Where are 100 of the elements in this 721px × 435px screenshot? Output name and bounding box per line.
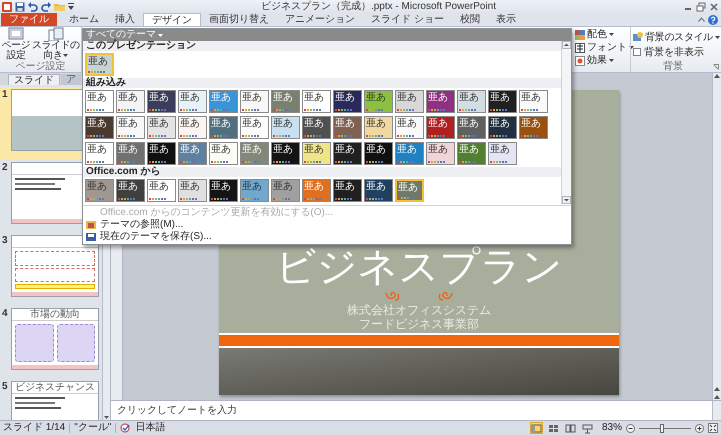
theme-thumbnail[interactable]: 亜あ [488, 90, 517, 113]
help-icon[interactable] [708, 14, 718, 24]
view-button[interactable] [580, 422, 594, 434]
theme-thumbnail[interactable]: 亜あ [85, 90, 114, 113]
spelling-check-icon[interactable] [120, 423, 132, 433]
zoom-level[interactable]: 83% [602, 422, 622, 434]
theme-thumbnail[interactable]: 亜あ [240, 90, 269, 113]
ribbon-tab[interactable]: 挿入 [107, 13, 143, 26]
theme-thumbnail[interactable]: 亜あ [426, 116, 455, 139]
ribbon-tab[interactable]: 画面切り替え [201, 13, 277, 26]
theme-thumbnail[interactable]: 亜あ [178, 116, 207, 139]
theme-thumbnail[interactable]: 亜あ [519, 116, 548, 139]
background-styles-button[interactable]: 背景のスタイル [633, 30, 721, 44]
theme-thumbnail[interactable]: 亜あ [116, 142, 145, 165]
theme-thumbnail[interactable]: 亜あ [209, 179, 238, 202]
theme-thumbnail[interactable]: 亜あ [333, 142, 362, 165]
zoom-out-icon[interactable] [626, 424, 635, 432]
theme-thumbnail[interactable]: 亜あ [85, 116, 114, 139]
theme-thumbnail[interactable]: 亜あ [178, 142, 207, 165]
slider-thumb[interactable] [660, 424, 664, 432]
theme-thumbnail[interactable]: 亜あ [209, 116, 238, 139]
restore-icon[interactable] [696, 2, 706, 12]
theme-thumbnail[interactable]: 亜あ [116, 116, 145, 139]
theme-thumbnail[interactable]: 亜あ [271, 142, 300, 165]
theme-thumbnail[interactable]: 亜あ [395, 179, 424, 202]
theme-thumbnail[interactable]: 亜あ [178, 90, 207, 113]
panel-tab[interactable]: スライド [8, 74, 60, 85]
scroll-up-icon[interactable] [562, 41, 571, 49]
menu-item[interactable]: テーマの参照(M)... [83, 219, 571, 231]
theme-command-button[interactable]: 効果 [575, 54, 630, 67]
ribbon-tab[interactable]: 校閲 [452, 13, 488, 26]
scrollbar[interactable] [561, 41, 571, 204]
theme-thumbnail[interactable]: 亜あ [85, 53, 114, 76]
theme-thumbnail[interactable]: 亜あ [271, 116, 300, 139]
theme-thumbnail[interactable]: 亜あ [271, 90, 300, 113]
theme-thumbnail[interactable]: 亜あ [302, 142, 331, 165]
theme-thumbnail[interactable]: 亜あ [395, 142, 424, 165]
theme-thumbnail[interactable]: 亜あ [395, 116, 424, 139]
fit-to-window-icon[interactable] [708, 423, 718, 433]
theme-thumbnail[interactable]: 亜あ [147, 116, 176, 139]
theme-thumbnail[interactable]: 亜あ [395, 90, 424, 113]
theme-thumbnail[interactable]: 亜あ [240, 116, 269, 139]
theme-thumbnail[interactable]: 亜あ [364, 116, 393, 139]
collapse-ribbon-icon[interactable] [698, 17, 705, 22]
theme-thumbnail[interactable]: 亜あ [302, 90, 331, 113]
theme-thumbnail[interactable]: 亜あ [333, 179, 362, 202]
theme-thumbnail[interactable]: 亜あ [209, 142, 238, 165]
orientation-button[interactable]: スライドの向き [32, 27, 80, 61]
theme-thumbnail[interactable]: 亜あ [178, 179, 207, 202]
view-button[interactable] [530, 422, 543, 434]
app-icon[interactable] [2, 2, 12, 12]
theme-command-button[interactable]: 配色 [575, 28, 630, 41]
customize-icon[interactable] [68, 2, 74, 10]
theme-thumbnail[interactable]: 亜あ [240, 142, 269, 165]
theme-thumbnail[interactable]: 亜あ [519, 90, 548, 113]
ribbon-tab[interactable]: スライド ショー [363, 13, 452, 26]
undo-icon[interactable] [28, 2, 38, 12]
view-button[interactable] [564, 422, 577, 434]
dialog-launcher-icon[interactable] [713, 64, 719, 70]
theme-thumbnail[interactable]: 亜あ [333, 116, 362, 139]
theme-thumbnail[interactable]: 亜あ [488, 142, 517, 165]
theme-thumbnail[interactable]: 亜あ [240, 179, 269, 202]
theme-thumbnail[interactable]: 亜あ [147, 179, 176, 202]
ribbon-tab[interactable]: 表示 [488, 13, 524, 26]
theme-thumbnail[interactable]: 亜あ [457, 90, 486, 113]
theme-thumbnail[interactable]: 亜あ [364, 179, 393, 202]
theme-thumbnail[interactable]: 亜あ [302, 116, 331, 139]
ribbon-tab[interactable]: ホーム [61, 13, 107, 26]
close-icon[interactable] [709, 2, 719, 12]
theme-thumbnail[interactable]: 亜あ [147, 90, 176, 113]
theme-thumbnail[interactable]: 亜あ [426, 90, 455, 113]
ribbon-tab[interactable]: アニメーション [277, 13, 363, 26]
checkbox[interactable] [633, 48, 641, 56]
theme-thumbnail[interactable]: 亜あ [116, 179, 145, 202]
theme-thumbnail[interactable]: 亜あ [364, 142, 393, 165]
theme-thumbnail[interactable]: 亜あ [85, 142, 114, 165]
menu-item[interactable]: 現在のテーマを保存(S)... [83, 231, 571, 243]
slide-list-item[interactable]: 5 ビジネスチャンス [0, 379, 102, 420]
theme-thumbnail[interactable]: 亜あ [364, 90, 393, 113]
zoom-in-icon[interactable] [695, 424, 704, 432]
ribbon-tab[interactable]: ファイル [1, 13, 57, 26]
theme-thumbnail[interactable]: 亜あ [488, 116, 517, 139]
theme-thumbnail[interactable]: 亜あ [333, 90, 362, 113]
ribbon-tab[interactable]: デザイン [143, 13, 201, 26]
save-icon[interactable] [15, 2, 25, 12]
page-nav-icon[interactable] [713, 386, 721, 400]
theme-thumbnail[interactable]: 亜あ [457, 142, 486, 165]
redo-icon[interactable] [41, 2, 51, 12]
scroll-down-icon[interactable] [562, 196, 571, 204]
theme-thumbnail[interactable]: 亜あ [85, 179, 114, 202]
theme-thumbnail[interactable]: 亜あ [271, 179, 300, 202]
scrollbar[interactable] [712, 73, 721, 400]
panel-tab[interactable]: ア [61, 74, 81, 85]
zoom-slider[interactable] [639, 424, 691, 432]
language-indicator[interactable]: 日本語 [135, 422, 166, 434]
page-setup-button[interactable]: ページ設定 [1, 27, 31, 61]
theme-thumbnail[interactable]: 亜あ [457, 116, 486, 139]
theme-thumbnail[interactable]: 亜あ [426, 142, 455, 165]
theme-thumbnail[interactable]: 亜あ [147, 142, 176, 165]
theme-command-button[interactable]: フォント [575, 41, 630, 54]
